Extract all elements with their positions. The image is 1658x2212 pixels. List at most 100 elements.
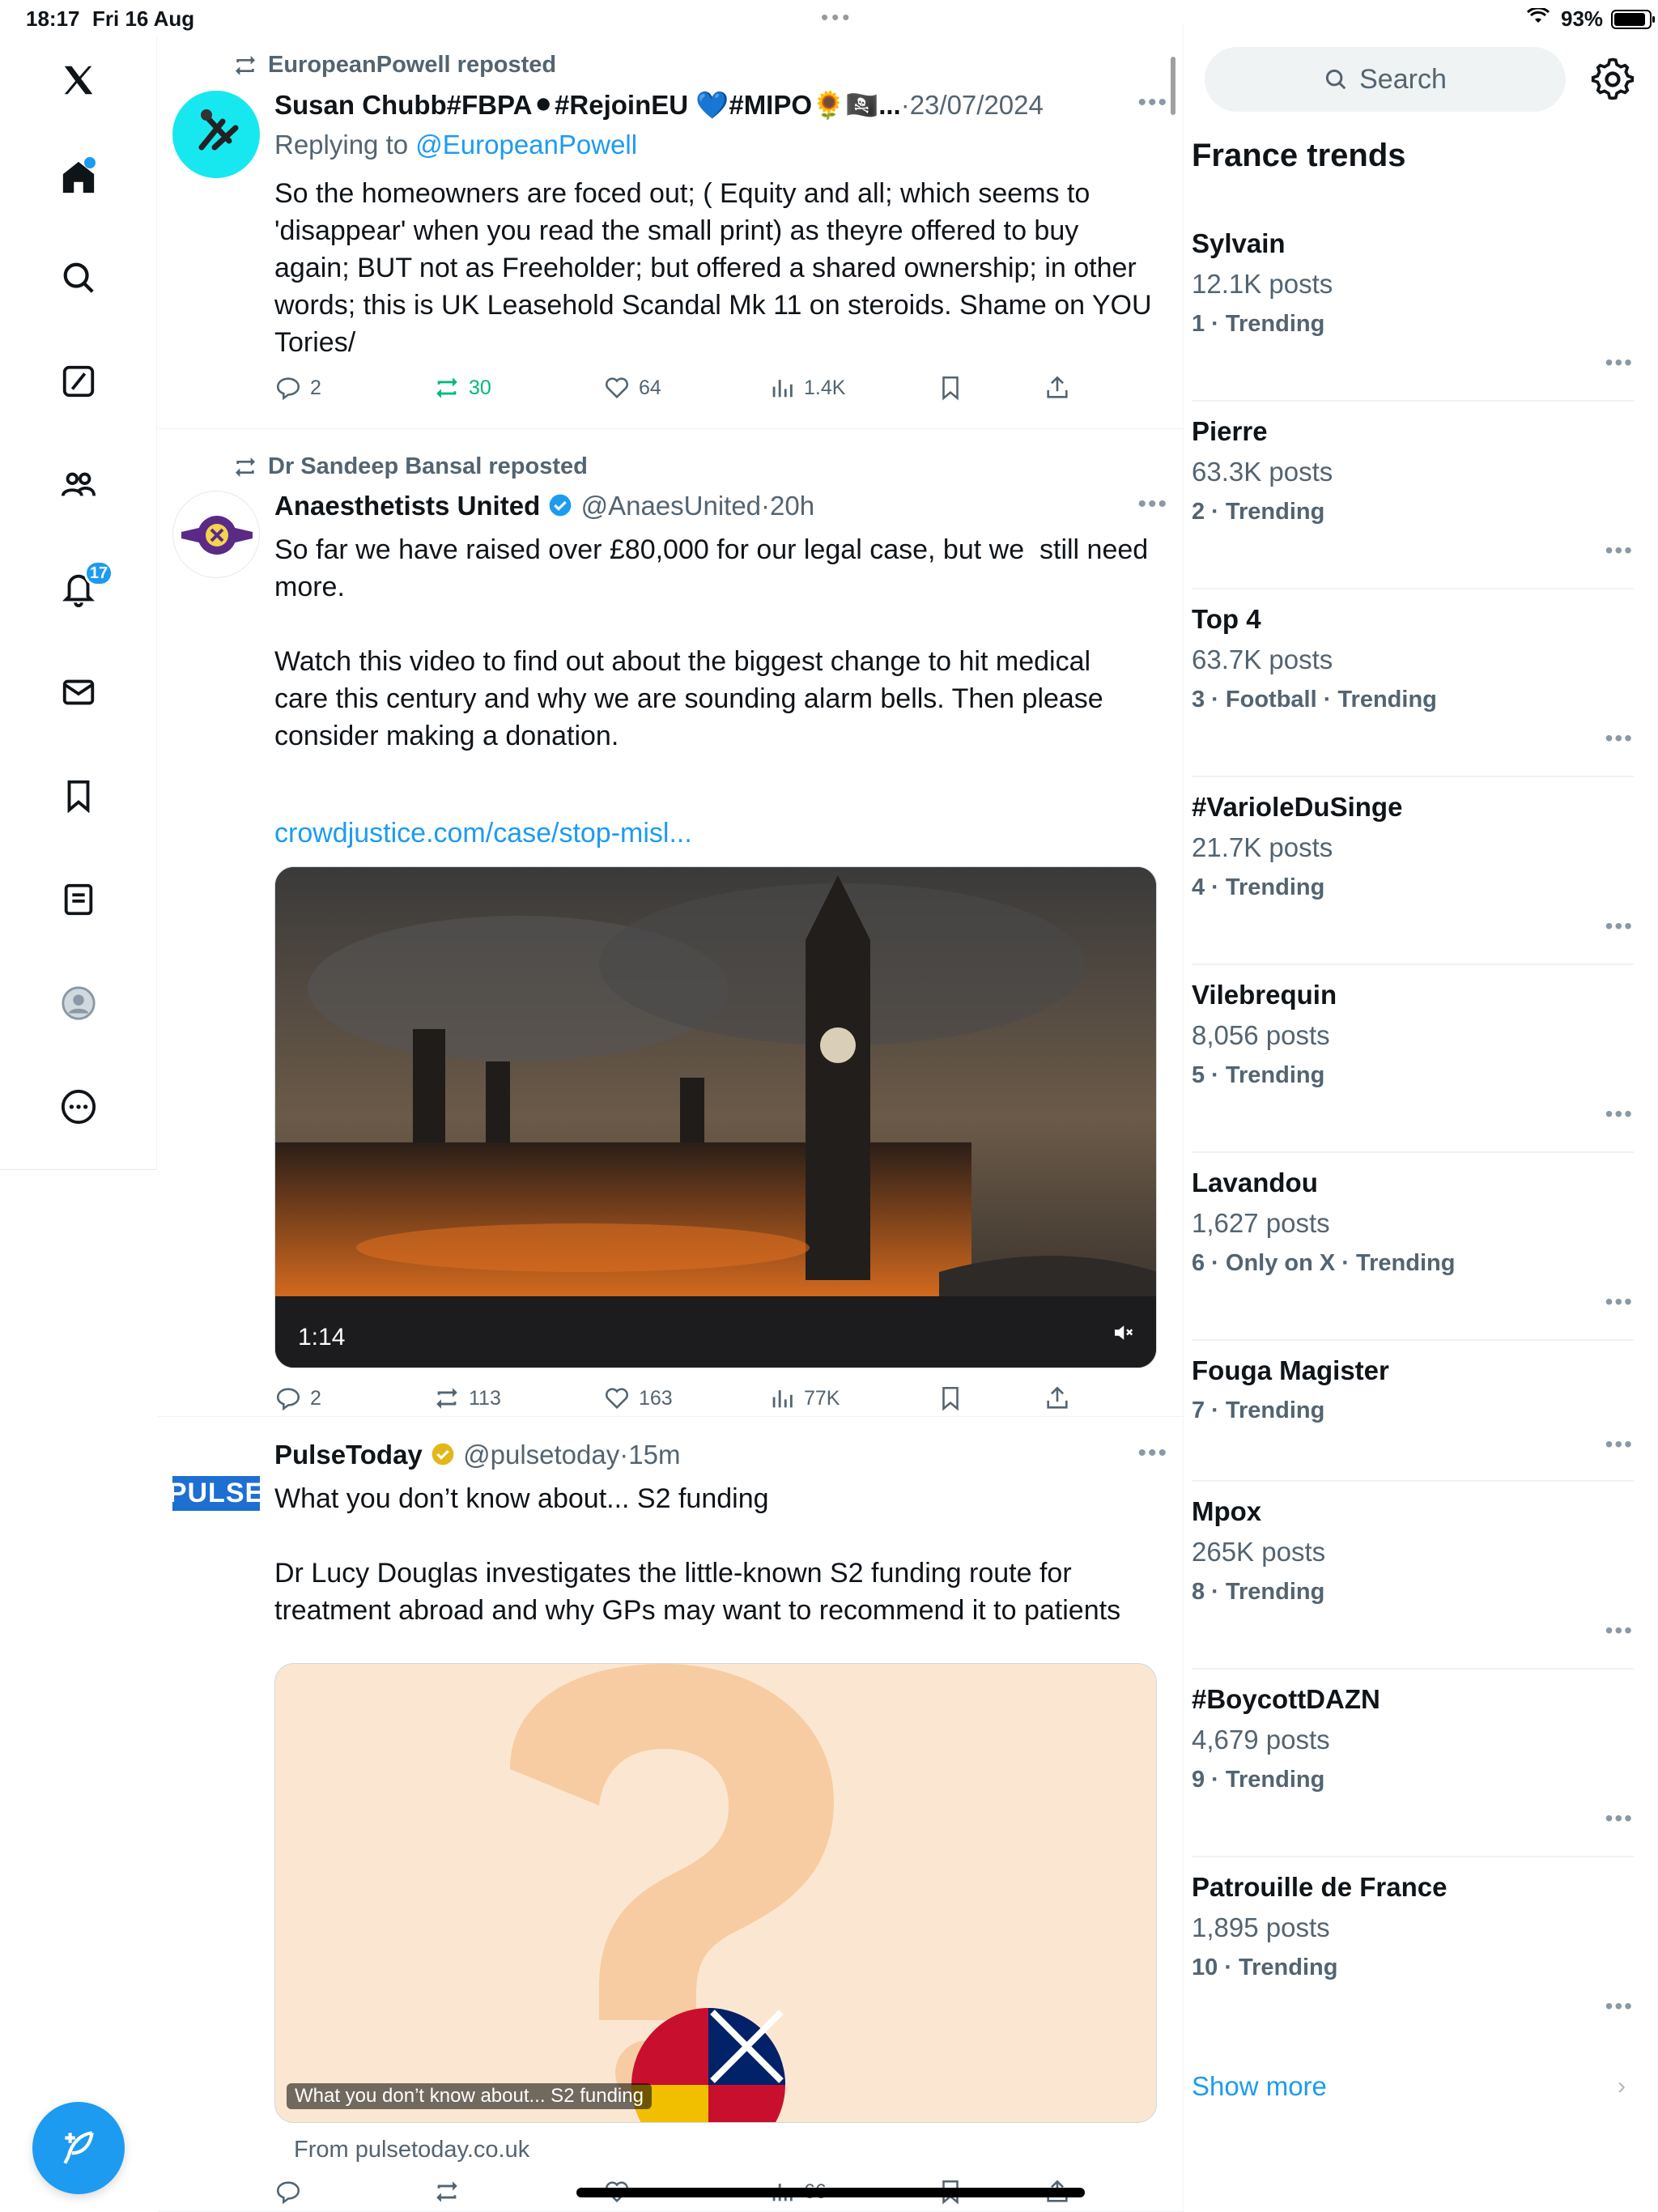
repost-button[interactable]: 30: [433, 374, 491, 402]
tweet-link[interactable]: crowdjustice.com/case/stop-misl...: [274, 815, 1157, 852]
nav-divider: [0, 1169, 157, 1170]
tweet-1[interactable]: EuropeanPowell reposted Susan Chubb#FBPA…: [158, 24, 1183, 429]
scrollbar-thumb[interactable]: [1171, 57, 1175, 115]
display-name[interactable]: Anaesthetists United: [274, 491, 540, 521]
x-logo-icon[interactable]: [50, 52, 107, 108]
left-nav: 17: [0, 36, 157, 1169]
reply-button[interactable]: 2: [274, 1385, 321, 1412]
handle[interactable]: @AnaesUnited: [581, 491, 761, 521]
trend-item[interactable]: #BoycottDAZN 4,679 posts 9 · Trending ••…: [1192, 1684, 1634, 1857]
more-icon[interactable]: •••: [1137, 1440, 1168, 1467]
communities-icon[interactable]: [50, 457, 107, 513]
avatar[interactable]: [172, 491, 260, 578]
home-indicator[interactable]: [576, 2188, 1085, 2197]
trend-rank: 4 · Trending: [1192, 874, 1325, 900]
trend-more-icon[interactable]: •••: [1605, 538, 1634, 564]
like-button[interactable]: 64: [603, 374, 661, 402]
display-name[interactable]: Susan Chubb#FBPA⚫#RejoinEU 💙#MIPO🌻🏴‍☠️..…: [274, 90, 901, 120]
share-button[interactable]: [1044, 374, 1071, 402]
more-icon[interactable]: •••: [1137, 89, 1168, 117]
trend-more-icon[interactable]: •••: [1605, 913, 1634, 939]
video-duration: 1:14: [298, 1324, 346, 1351]
trend-item[interactable]: #VarioleDuSinge 21.7K posts 4 · Trending…: [1192, 792, 1634, 965]
avatar[interactable]: [172, 91, 260, 178]
repost-by-label[interactable]: EuropeanPowell reposted: [268, 52, 556, 79]
tweet-3[interactable]: PULSE PulseToday @pulsetoday·15m ••• Wha…: [158, 1417, 1183, 2212]
like-count: 64: [639, 376, 661, 399]
trend-name: Patrouille de France: [1192, 1872, 1448, 1902]
trend-name: Lavandou: [1192, 1168, 1318, 1197]
verified-gold-badge-icon: [432, 1443, 454, 1465]
trend-rank: 7 · Trending: [1192, 1397, 1325, 1423]
avatar[interactable]: PULSE: [172, 1449, 260, 1537]
trend-item[interactable]: Lavandou 1,627 posts 6 · Only on X · Tre…: [1192, 1168, 1634, 1341]
video-player[interactable]: 1:14: [274, 866, 1157, 1368]
chevron-right-icon: ›: [1618, 2073, 1626, 2099]
profile-avatar-icon[interactable]: [50, 975, 107, 1032]
explore-search-icon[interactable]: [50, 249, 107, 306]
mute-icon[interactable]: [1111, 1321, 1135, 1345]
messages-envelope-icon[interactable]: [50, 664, 107, 721]
trend-more-icon[interactable]: •••: [1605, 1993, 1634, 2019]
trend-more-icon[interactable]: •••: [1605, 1431, 1634, 1457]
trend-more-icon[interactable]: •••: [1605, 1618, 1634, 1644]
display-name[interactable]: PulseToday: [274, 1440, 423, 1470]
trend-item[interactable]: Patrouille de France 1,895 posts 10 · Tr…: [1192, 1872, 1634, 2045]
trend-rank: 2 · Trending: [1192, 499, 1325, 525]
views-button[interactable]: 77K: [768, 1385, 840, 1412]
link-card-image[interactable]: What you don’t know about... S2 funding: [274, 1663, 1157, 2123]
trend-item[interactable]: Mpox 265K posts 8 · Trending •••: [1192, 1496, 1634, 1670]
post-date[interactable]: ·23/07/2024: [901, 90, 1044, 120]
tweet-2[interactable]: Dr Sandeep Bansal reposted Anaesthetists…: [158, 429, 1183, 1417]
compose-post-button[interactable]: [32, 2102, 125, 2194]
handle[interactable]: @pulsetoday: [463, 1440, 619, 1470]
tweet-text: So the homeowners are foced out; ( Equit…: [274, 178, 1152, 358]
bookmark-button[interactable]: [937, 374, 964, 402]
trend-more-icon[interactable]: •••: [1605, 350, 1634, 376]
show-more-link[interactable]: Show more: [1192, 2071, 1327, 2102]
more-icon[interactable]: •••: [1137, 491, 1168, 518]
replying-to-link[interactable]: @EuropeanPowell: [415, 130, 637, 160]
bookmark-button[interactable]: [937, 1385, 964, 1412]
notifications-badge: 17: [84, 560, 113, 586]
trend-more-icon[interactable]: •••: [1605, 725, 1634, 751]
lists-icon[interactable]: [50, 871, 107, 928]
trend-posts: 265K posts: [1192, 1537, 1326, 1567]
post-time[interactable]: ·20h: [761, 491, 814, 521]
trend-more-icon[interactable]: •••: [1605, 1101, 1634, 1127]
bookmarks-icon[interactable]: [50, 768, 107, 824]
more-options-icon[interactable]: [50, 1078, 107, 1135]
trend-rank: 1 · Trending: [1192, 311, 1325, 337]
grok-icon[interactable]: [50, 353, 107, 410]
home-icon[interactable]: [50, 149, 107, 206]
trend-more-icon[interactable]: •••: [1605, 1806, 1634, 1831]
video-thumbnail-image: [275, 867, 1156, 1368]
trend-item[interactable]: Top 4 63.7K posts 3 · Football · Trendin…: [1192, 604, 1634, 777]
like-button[interactable]: 163: [603, 1385, 673, 1412]
trend-more-icon[interactable]: •••: [1605, 1289, 1634, 1315]
views-button[interactable]: 1.4K: [768, 374, 845, 402]
reply-button[interactable]: 2: [274, 374, 321, 402]
reply-button[interactable]: [274, 2178, 302, 2206]
trend-rank: 5 · Trending: [1192, 1062, 1325, 1088]
trend-rank: 8 · Trending: [1192, 1579, 1325, 1605]
trend-item[interactable]: Vilebrequin 8,056 posts 5 · Trending •••: [1192, 980, 1634, 1153]
views-chart-icon: [772, 380, 793, 398]
repost-button[interactable]: [433, 2178, 461, 2206]
trend-item[interactable]: Sylvain 12.1K posts 1 · Trending •••: [1192, 228, 1634, 402]
card-source[interactable]: From pulsetoday.co.uk: [294, 2131, 1176, 2168]
share-button[interactable]: [1044, 1385, 1071, 1412]
trend-item[interactable]: Fouga Magister 7 · Trending •••: [1192, 1355, 1634, 1482]
feather-plus-icon: [63, 2131, 94, 2164]
trend-item[interactable]: Pierre 63.3K posts 2 · Trending •••: [1192, 416, 1634, 589]
repost-by-label[interactable]: Dr Sandeep Bansal reposted: [268, 453, 588, 480]
notifications-bell-icon[interactable]: 17: [50, 560, 113, 617]
trend-posts: 1,895 posts: [1192, 1912, 1330, 1942]
settings-gear-icon[interactable]: [1590, 57, 1635, 102]
search-placeholder: Search: [1359, 63, 1447, 95]
search-box[interactable]: Search: [1205, 47, 1566, 112]
repost-button[interactable]: 113: [433, 1385, 501, 1412]
post-time[interactable]: ·15m: [619, 1440, 680, 1470]
trend-rank: 6 · Only on X · Trending: [1192, 1250, 1456, 1276]
tweet-header: Anaesthetists United @AnaesUnited·20h: [274, 491, 814, 521]
